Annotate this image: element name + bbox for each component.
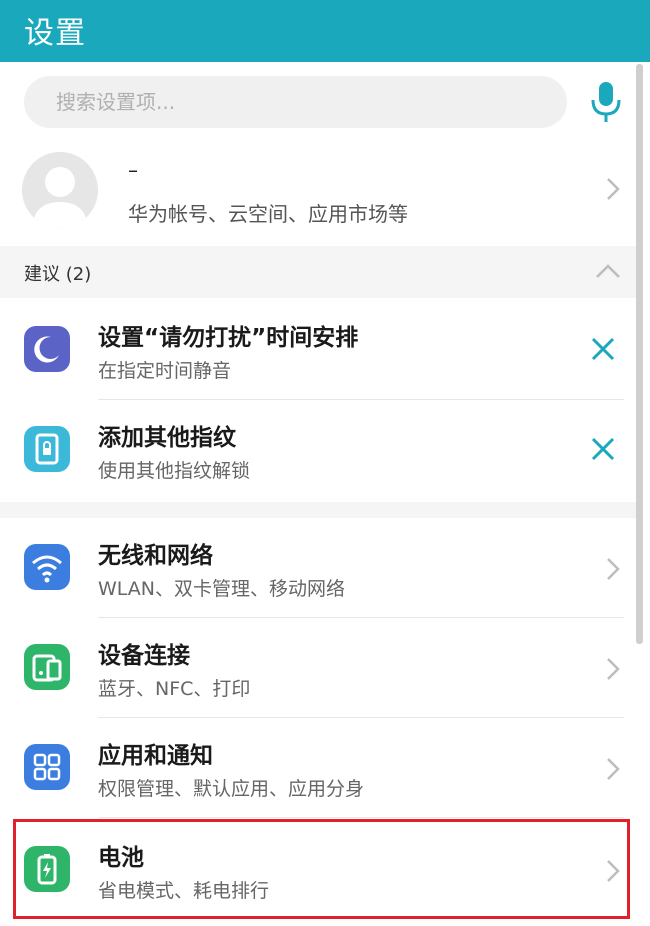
suggestion-title: 设置“请勿打扰”时间安排 xyxy=(98,325,359,351)
app-header: 设置 xyxy=(0,0,650,62)
suggestion-title: 添加其他指纹 xyxy=(98,425,236,451)
microphone-icon[interactable] xyxy=(586,80,626,126)
suggestion-subtitle: 使用其他指纹解锁 xyxy=(98,460,251,482)
settings-item-wireless[interactable]: 无线和网络 WLAN、双卡管理、移动网络 xyxy=(0,518,636,618)
suggestion-item-fingerprint[interactable]: 添加其他指纹 使用其他指纹解锁 xyxy=(0,400,636,500)
divider xyxy=(98,817,624,818)
close-icon[interactable] xyxy=(588,434,618,464)
page-title: 设置 xyxy=(24,16,86,51)
account-subtitle: 华为帐号、云空间、应用市场等 xyxy=(128,202,408,226)
settings-item-device-connection[interactable]: 设备连接 蓝牙、NFC、打印 xyxy=(0,618,636,718)
suggestions-label: 建议 (2) xyxy=(24,264,92,285)
settings-item-title: 无线和网络 xyxy=(98,543,213,569)
settings-item-subtitle: 蓝牙、NFC、打印 xyxy=(98,678,251,700)
apps-grid-icon xyxy=(24,744,70,790)
suggestion-subtitle: 在指定时间静音 xyxy=(98,360,232,382)
moon-icon xyxy=(24,326,70,372)
settings-item-title: 电池 xyxy=(98,845,144,871)
search-input[interactable] xyxy=(24,76,567,128)
account-row[interactable]: – 华为帐号、云空间、应用市场等 xyxy=(0,140,636,238)
settings-item-subtitle: 权限管理、默认应用、应用分身 xyxy=(98,778,365,800)
settings-item-title: 设备连接 xyxy=(98,643,190,669)
section-gap xyxy=(0,502,636,518)
settings-item-battery[interactable]: 电池 省电模式、耗电排行 xyxy=(0,820,636,920)
fingerprint-lock-icon xyxy=(24,426,70,472)
chevron-up-icon[interactable] xyxy=(594,260,622,282)
suggestions-header[interactable]: 建议 (2) xyxy=(0,246,636,298)
settings-item-subtitle: 省电模式、耗电排行 xyxy=(98,880,270,902)
settings-item-title: 应用和通知 xyxy=(98,743,213,769)
search-bar[interactable] xyxy=(24,76,567,128)
chevron-right-icon xyxy=(602,554,624,584)
battery-icon xyxy=(24,846,70,892)
settings-item-apps[interactable]: 应用和通知 权限管理、默认应用、应用分身 xyxy=(0,718,636,818)
wifi-icon xyxy=(24,544,70,590)
chevron-right-icon xyxy=(602,754,624,784)
scrollbar[interactable] xyxy=(636,64,643,644)
settings-item-subtitle: WLAN、双卡管理、移动网络 xyxy=(98,578,346,600)
chevron-right-icon xyxy=(602,856,624,886)
close-icon[interactable] xyxy=(588,334,618,364)
device-connection-icon xyxy=(24,644,70,690)
chevron-right-icon xyxy=(602,174,624,204)
chevron-right-icon xyxy=(602,654,624,684)
suggestion-item-dnd[interactable]: 设置“请勿打扰”时间安排 在指定时间静音 xyxy=(0,300,636,400)
account-name: – xyxy=(128,158,138,182)
avatar xyxy=(22,152,98,228)
